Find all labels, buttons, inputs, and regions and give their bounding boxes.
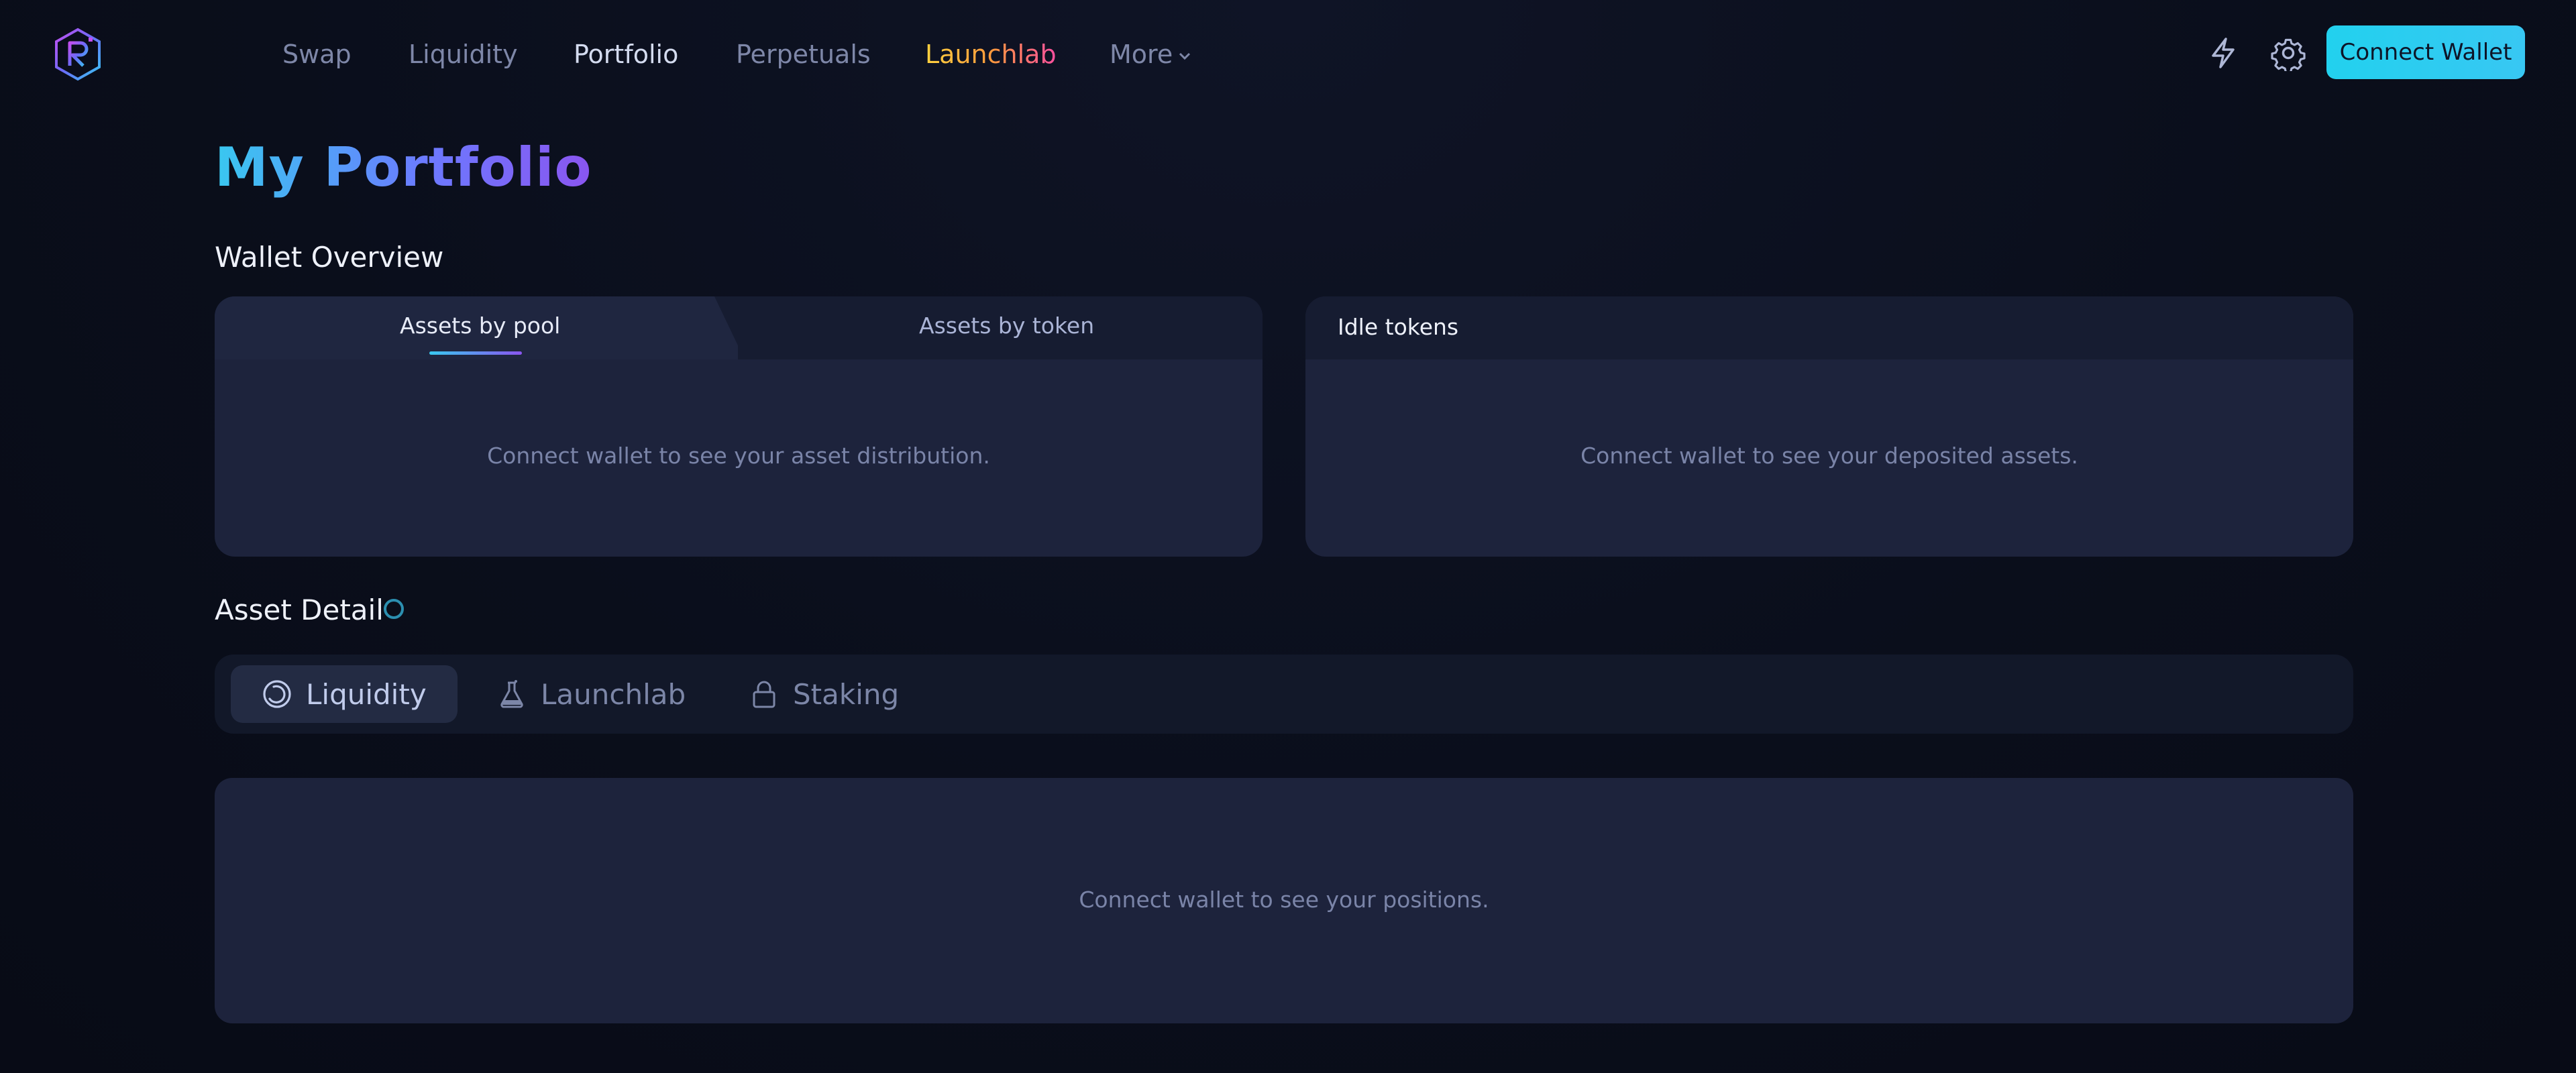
flask-icon [500,680,523,708]
nav-perpetuals[interactable]: Perpetuals [736,39,871,70]
nav-portfolio[interactable]: Portfolio [574,39,678,70]
asset-distribution-tabs: Assets by pool Assets by token [215,296,1263,359]
positions-empty-message: Connect wallet to see your positions. [1079,887,1489,913]
tab-liquidity-label: Liquidity [306,677,427,711]
connect-wallet-button[interactable]: Connect Wallet [2326,25,2525,79]
tab-launchlab[interactable]: Launchlab [496,665,686,723]
tab-assets-by-token[interactable]: Assets by token [919,311,1094,341]
asset-distribution-card: Assets by pool Assets by token Connect w… [215,296,1263,557]
tab-staking[interactable]: Staking [749,665,899,723]
page-title: My Portfolio [215,134,592,201]
liquidity-icon [263,680,291,708]
nav-launchlab[interactable]: Launchlab [925,39,1057,70]
positions-card: Connect wallet to see your positions. [215,778,2353,1023]
nav-swap[interactable]: Swap [282,39,352,70]
asset-detail-heading: Asset Detail [215,594,384,626]
wallet-overview-heading: Wallet Overview [215,241,444,274]
tab-staking-label: Staking [793,677,900,711]
chevron-down-icon [1179,52,1191,60]
idle-tokens-title: Idle tokens [1338,314,1459,340]
asset-detail-tabs: Liquidity Launchlab Staking [215,655,2353,734]
loading-spinner-icon [384,599,404,619]
idle-tokens-card: Idle tokens Connect wallet to see your d… [1305,296,2353,557]
tab-launchlab-label: Launchlab [541,677,686,711]
tab-liquidity[interactable]: Liquidity [231,665,458,723]
nav-more[interactable]: More [1110,39,1191,70]
idle-tokens-empty-message: Connect wallet to see your deposited ass… [1580,443,2078,469]
gear-icon[interactable] [2270,35,2306,71]
raydium-logo[interactable] [52,27,103,82]
top-nav-bar: Swap Liquidity Portfolio Perpetuals Laun… [0,0,2576,109]
idle-tokens-header: Idle tokens [1305,296,2353,359]
lock-icon [753,681,775,708]
tab-assets-by-pool[interactable]: Assets by pool [400,311,560,341]
nav-more-label: More [1110,40,1173,69]
active-tab-indicator [429,351,522,355]
nav-liquidity[interactable]: Liquidity [409,39,518,70]
lightning-icon[interactable] [2205,35,2241,71]
asset-distribution-empty-message: Connect wallet to see your asset distrib… [487,443,990,469]
